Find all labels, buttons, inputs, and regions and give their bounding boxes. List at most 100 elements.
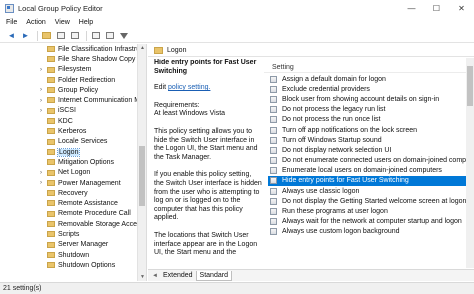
policy-row[interactable]: Do not enumerate connected users on doma… — [268, 156, 474, 166]
export-list-icon[interactable] — [69, 30, 80, 41]
tree-item[interactable]: KDC — [0, 116, 146, 126]
tree-item[interactable]: Kerberos — [0, 126, 146, 136]
policy-row[interactable]: Run these programs at user logon — [268, 206, 466, 216]
scroll-thumb[interactable] — [139, 146, 145, 206]
policy-row[interactable]: Always wait for the network at computer … — [268, 217, 466, 227]
tree-item[interactable]: › Net Logon — [0, 168, 146, 178]
tab-standard[interactable]: Standard — [195, 271, 232, 281]
tree-item[interactable]: Shutdown — [0, 250, 146, 260]
maximize-button[interactable]: ☐ — [424, 0, 449, 16]
console-tree-icon[interactable] — [55, 30, 66, 41]
expand-chevron-icon[interactable]: › — [40, 87, 42, 93]
tree-item[interactable]: › iSCSI — [0, 106, 146, 116]
tree-item[interactable]: Shutdown Options — [0, 260, 146, 270]
toolbar-separator — [37, 30, 38, 41]
policy-row[interactable]: Always use custom logon background — [268, 227, 466, 237]
scroll-down-icon[interactable]: ▼ — [138, 273, 147, 281]
policy-row[interactable]: Do not process the legacy run list — [268, 105, 466, 115]
setting-column-label: Setting — [272, 63, 294, 71]
folder-icon — [47, 190, 55, 197]
expand-chevron-icon[interactable]: › — [40, 108, 42, 114]
policy-row[interactable]: Assign a default domain for logon — [268, 74, 466, 84]
close-button[interactable]: ✕ — [449, 0, 474, 16]
minimize-button[interactable]: — — [399, 0, 424, 16]
filter-icon[interactable] — [118, 30, 129, 41]
tree-item-label: Internet Communication M — [58, 97, 141, 105]
menu-action[interactable]: Action — [26, 19, 45, 26]
policy-row[interactable]: Hide entry points for Fast User Switchin… — [268, 175, 466, 187]
tree-item[interactable]: › Power Management — [0, 178, 146, 188]
expand-chevron-icon[interactable]: › — [40, 98, 42, 104]
policy-row[interactable]: Turn off Windows Startup sound — [268, 135, 466, 145]
folder-icon — [47, 107, 55, 114]
tree-item[interactable]: Scripts — [0, 229, 146, 239]
tree-item[interactable]: › Group Policy — [0, 85, 146, 95]
tree-item[interactable]: Removable Storage Acces — [0, 219, 146, 229]
tree-item[interactable]: Folder Redirection — [0, 75, 146, 85]
policy-row-text: Do not process the legacy run list — [282, 106, 386, 114]
tab-scroll-left-icon[interactable]: ◄ — [152, 273, 158, 279]
tree-item[interactable]: Locale Services — [0, 137, 146, 147]
tree-item[interactable]: › Internet Communication M — [0, 95, 146, 105]
window-title: Local Group Policy Editor — [18, 3, 103, 13]
folder-icon — [47, 231, 55, 238]
tab-extended[interactable]: Extended — [160, 271, 196, 281]
policy-setting-icon — [270, 116, 277, 124]
tree-scrollbar[interactable]: ▲ ▼ — [137, 44, 146, 281]
policy-setting-icon — [270, 167, 277, 175]
folder-icon — [47, 118, 55, 125]
policy-row[interactable]: Do not display network selection UI — [268, 145, 466, 155]
tree-item[interactable]: File Classification Infrastruc — [0, 44, 146, 54]
tree-item[interactable]: Remote Procedure Call — [0, 209, 146, 219]
show-hide-tree-icon[interactable] — [41, 30, 52, 41]
menu-view[interactable]: View — [55, 19, 70, 26]
policy-setting-icon — [270, 146, 277, 154]
policy-row[interactable]: Do not process the run once list — [268, 115, 466, 125]
tree-item-label: KDC — [58, 117, 73, 125]
expand-chevron-icon[interactable]: › — [40, 67, 42, 73]
tree-item-label: Server Manager — [58, 241, 109, 249]
expand-chevron-icon[interactable]: › — [40, 170, 42, 176]
folder-icon — [47, 241, 55, 248]
window-controls: — ☐ ✕ — [399, 0, 474, 16]
list-scrollbar[interactable] — [466, 58, 474, 268]
status-bar: 21 setting(s) — [0, 282, 474, 294]
policy-row[interactable]: Enumerate local users on domain-joined c… — [268, 166, 466, 176]
policy-setting-icon — [270, 228, 277, 236]
scroll-thumb[interactable] — [467, 66, 473, 106]
tree-item[interactable]: Server Manager — [0, 240, 146, 250]
policy-row-text: Do not display the Getting Started welco… — [282, 197, 467, 205]
policy-row-text: Exclude credential providers — [282, 85, 370, 93]
expand-chevron-icon[interactable]: › — [40, 180, 42, 186]
tree-item-label: Shutdown Options — [58, 261, 116, 269]
tree-item-label: Locale Services — [58, 138, 108, 146]
folder-icon — [47, 87, 55, 94]
tree-item[interactable]: Logon — [0, 147, 146, 157]
policy-row[interactable]: Always use classic logon — [268, 186, 466, 196]
scroll-up-icon[interactable]: ▲ — [138, 44, 147, 52]
policy-row[interactable]: Turn off app notifications on the lock s… — [268, 125, 466, 135]
policy-row[interactable]: Block user from showing account details … — [268, 94, 466, 104]
help-icon[interactable] — [90, 30, 101, 41]
tree-item[interactable]: Remote Assistance — [0, 198, 146, 208]
tree-item[interactable]: File Share Shadow Copy Pro — [0, 54, 146, 64]
toolbar: ◄ ► — [0, 29, 474, 43]
setting-column-header[interactable]: Setting — [264, 62, 469, 73]
menu-help[interactable]: Help — [79, 19, 93, 26]
policy-description-pane: Hide entry points for Fast User Switchin… — [150, 59, 262, 269]
menu-file[interactable]: File — [6, 19, 17, 26]
policy-row-text: Do not enumerate connected users on doma… — [282, 157, 474, 165]
tree-item[interactable]: Mitigation Options — [0, 157, 146, 167]
requirements-value: At least Windows Vista — [154, 110, 226, 118]
tree-item[interactable]: Recovery — [0, 188, 146, 198]
forward-arrow-icon[interactable]: ► — [20, 30, 31, 41]
policy-row[interactable]: Do not display the Getting Started welco… — [268, 196, 466, 206]
tree-item-label: Filesystem — [58, 66, 92, 74]
back-arrow-icon[interactable]: ◄ — [6, 30, 17, 41]
policy-row[interactable]: Exclude credential providers — [268, 84, 466, 94]
policy-setting-icon — [270, 197, 277, 205]
tree-item[interactable]: › Filesystem — [0, 65, 146, 75]
tree-item-label: Folder Redirection — [58, 76, 116, 84]
properties-icon[interactable] — [104, 30, 115, 41]
policy-setting-link[interactable]: policy setting. — [168, 84, 210, 91]
